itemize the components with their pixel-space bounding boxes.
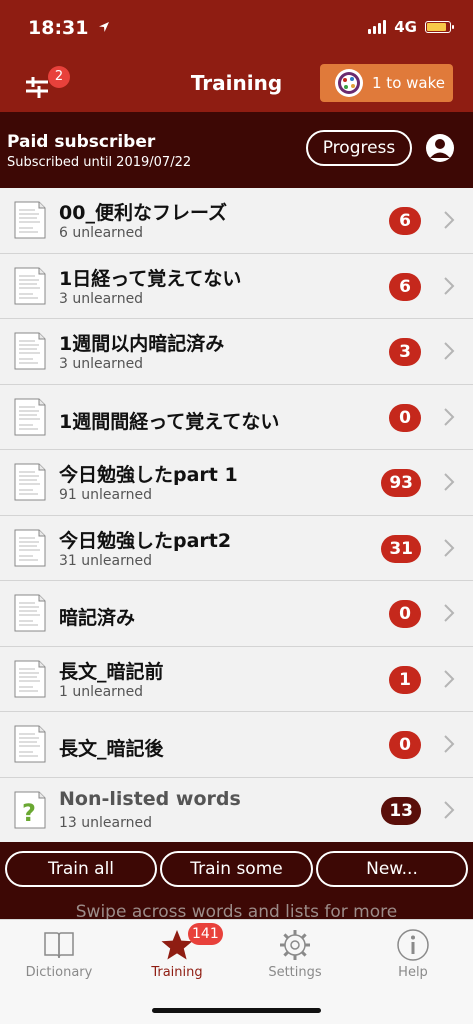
list-item[interactable]: 1週間間経って覚えてない 0	[0, 384, 473, 450]
chevron-right-icon	[444, 211, 455, 229]
progress-button[interactable]: Progress	[306, 130, 412, 166]
list-item-title: 今日勉強したpart 1	[59, 464, 238, 486]
clock-icon	[335, 69, 363, 97]
list-item-title: Non-listed words	[59, 787, 241, 810]
filter-sliders-icon	[26, 77, 48, 98]
profile-icon[interactable]	[425, 133, 455, 163]
tab-label: Dictionary	[25, 965, 93, 980]
count-badge: 0	[389, 600, 421, 628]
list-item-title: 長文_暗記前	[59, 660, 164, 683]
tab-label: Settings	[268, 965, 322, 980]
action-bar: Train all Train some New... Swipe across…	[0, 842, 473, 919]
status-indicators: 4G	[368, 18, 454, 36]
new-list-button[interactable]: New...	[316, 851, 468, 887]
list-item-title: 1週間間経って覚えてない	[59, 410, 280, 433]
chevron-right-icon	[444, 407, 455, 426]
document-icon	[14, 594, 46, 632]
tab-settings[interactable]: Settings	[236, 920, 354, 990]
list-item-subtitle: 3 unlearned	[59, 290, 144, 307]
count-badge: 0	[389, 731, 421, 759]
document-icon	[14, 529, 46, 566]
count-badge: 3	[389, 338, 421, 366]
list-item[interactable]: 暗記済み 0	[0, 581, 473, 647]
list-item[interactable]: 長文_暗記後 0	[0, 712, 473, 778]
list-item[interactable]: 00_便利なフレーズ 6 unlearned 6	[0, 188, 473, 254]
svg-text:?: ?	[22, 799, 36, 827]
list-item-subtitle: 6 unlearned	[59, 225, 144, 241]
count-badge: 6	[389, 272, 421, 301]
subscription-until: Subscribed until 2019/07/22	[7, 155, 192, 170]
tab-bar: Dictionary 141 Training Settings Help	[0, 919, 473, 1024]
count-badge: 31	[381, 534, 421, 563]
tab-training[interactable]: 141 Training	[118, 920, 236, 990]
document-icon	[14, 463, 46, 501]
chevron-right-icon	[444, 604, 455, 622]
chevron-right-icon	[444, 669, 455, 688]
document-icon	[14, 660, 46, 697]
count-badge: 93	[381, 469, 421, 497]
tab-dictionary[interactable]: Dictionary	[0, 920, 118, 990]
battery-icon	[425, 21, 454, 33]
chevron-right-icon	[444, 276, 455, 295]
count-badge: 1	[389, 665, 421, 694]
chevron-right-icon	[444, 800, 455, 819]
list-item[interactable]: 長文_暗記前 1 unlearned 1	[0, 646, 473, 712]
list-item[interactable]: 今日勉強したpart2 31 unlearned 31	[0, 515, 473, 581]
list-item-title: 00_便利なフレーズ	[59, 202, 227, 224]
list-item-title: 長文_暗記後	[59, 738, 164, 760]
document-icon	[14, 267, 46, 304]
training-lists: 00_便利なフレーズ 6 unlearned 6 1日経って覚えてない 3 un…	[0, 188, 473, 843]
list-item-subtitle: 3 unlearned	[59, 356, 144, 372]
count-badge: 6	[389, 207, 421, 235]
status-time-text: 18:31	[28, 17, 89, 39]
home-indicator	[152, 1008, 321, 1013]
subscription-title: Paid subscriber	[7, 132, 156, 152]
list-item[interactable]: ? Non-listed words 13 unlearned 13	[0, 777, 473, 843]
training-badge: 141	[188, 923, 223, 945]
wake-label: 1 to wake	[372, 74, 445, 92]
document-icon	[14, 332, 46, 370]
list-item-subtitle: 13 unlearned	[59, 814, 152, 831]
unlisted-words-icon: ?	[14, 791, 46, 828]
tab-label: Training	[151, 965, 203, 980]
chevron-right-icon	[444, 735, 455, 753]
train-some-button[interactable]: Train some	[160, 851, 313, 887]
book-icon	[44, 932, 74, 959]
filter-button[interactable]: 2	[22, 66, 70, 102]
tab-label: Help	[398, 965, 428, 980]
list-item-title: 今日勉強したpart2	[59, 529, 232, 552]
tab-help[interactable]: Help	[354, 920, 472, 990]
info-icon	[397, 929, 429, 961]
gear-icon	[280, 930, 310, 960]
count-badge: 13	[381, 796, 421, 825]
swipe-hint: Swipe across words and lists for more	[75, 902, 398, 919]
chevron-right-icon	[444, 473, 455, 491]
list-item[interactable]: 1日経って覚えてない 3 unlearned 6	[0, 253, 473, 319]
filter-badge: 2	[48, 66, 70, 88]
nav-bar: 2 Training 1 to wake	[0, 56, 473, 112]
chevron-right-icon	[444, 342, 455, 360]
count-badge: 0	[389, 403, 421, 432]
list-item-subtitle: 31 unlearned	[59, 552, 152, 569]
document-icon	[14, 201, 46, 239]
document-icon	[14, 398, 46, 435]
list-item-title: 1週間以内暗記済み	[59, 333, 225, 355]
document-icon	[14, 725, 46, 763]
list-item[interactable]: 1週間以内暗記済み 3 unlearned 3	[0, 319, 473, 385]
location-arrow-icon	[99, 22, 110, 32]
chevron-right-icon	[444, 538, 455, 557]
status-time: 18:31	[28, 17, 110, 39]
list-item-subtitle: 91 unlearned	[59, 487, 152, 503]
signal-icon	[368, 20, 387, 34]
status-bar: 18:31 4G	[0, 0, 473, 56]
subscription-bar: Paid subscriber Subscribed until 2019/07…	[0, 112, 473, 188]
network-label: 4G	[394, 18, 417, 36]
train-all-button[interactable]: Train all	[5, 851, 157, 887]
list-item[interactable]: 今日勉強したpart 1 91 unlearned 93	[0, 450, 473, 516]
list-item-subtitle: 1 unlearned	[59, 683, 144, 700]
list-item-title: 暗記済み	[59, 607, 136, 629]
list-item-title: 1日経って覚えてない	[59, 267, 242, 290]
wake-button[interactable]: 1 to wake	[320, 64, 453, 102]
